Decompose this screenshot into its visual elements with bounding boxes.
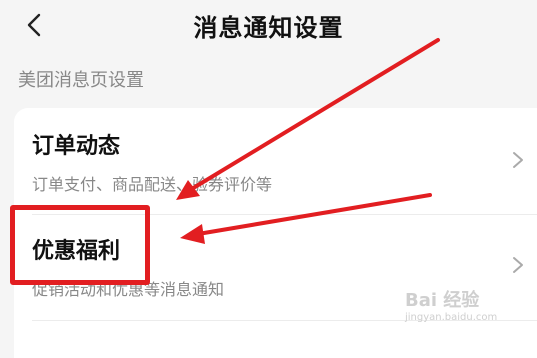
top-bar: 消息通知设置 [0,0,537,50]
chevron-right-icon [513,257,523,273]
watermark: Bai 经验 jingyan.baidu.com [405,286,515,334]
watermark-brand: Bai 经验 [405,290,480,311]
setting-description: 订单支付、商品配送、验券评价等 [32,175,273,194]
section-label: 美团消息页设置 [18,70,144,91]
setting-title: 订单动态 [32,134,121,159]
page-title: 消息通知设置 [193,14,344,42]
watermark-site: jingyan.baidu.com [405,312,498,323]
highlight-box [10,205,150,285]
chevron-right-icon [513,152,523,168]
